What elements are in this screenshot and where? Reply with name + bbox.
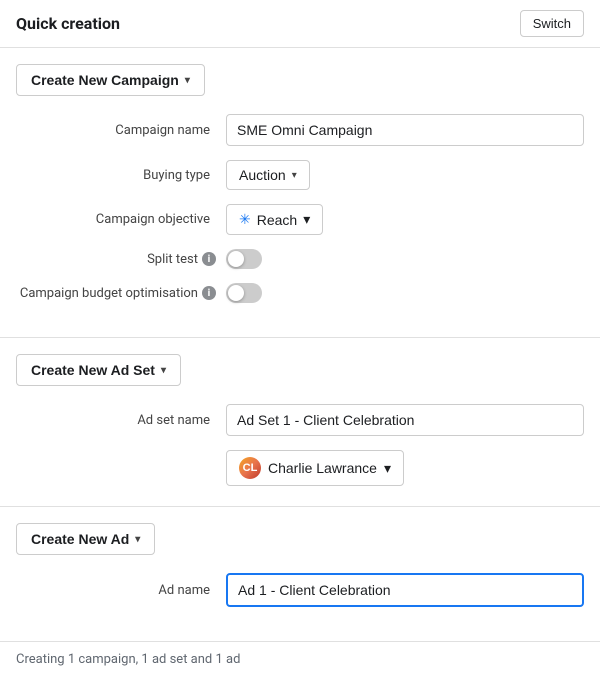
buying-type-row: Buying type Auction ▾ [16, 160, 584, 190]
reach-icon: ✳ [239, 211, 251, 228]
footer-text: Creating 1 campaign, 1 ad set and 1 ad [16, 652, 240, 667]
buying-type-arrow-icon: ▾ [292, 170, 297, 181]
person-name: Charlie Lawrance [268, 460, 377, 476]
create-ad-label: Create New Ad [31, 531, 129, 547]
avatar: CL [239, 457, 261, 479]
ad-name-input[interactable] [226, 573, 584, 607]
split-test-thumb [228, 251, 244, 267]
campaign-name-row: Campaign name [16, 114, 584, 146]
ad-name-row: Ad name [16, 573, 584, 607]
buying-type-label: Buying type [16, 168, 226, 183]
campaign-objective-row: Campaign objective ✳ Reach ▾ [16, 204, 584, 235]
objective-arrow-icon: ▾ [303, 211, 310, 228]
split-test-toggle[interactable] [226, 249, 262, 269]
campaign-budget-info-icon[interactable]: i [202, 286, 216, 300]
campaign-dropdown-arrow-icon: ▾ [185, 75, 190, 86]
create-campaign-button[interactable]: Create New Campaign ▾ [16, 64, 205, 96]
footer: Creating 1 campaign, 1 ad set and 1 ad [0, 642, 600, 677]
ad-set-name-input[interactable] [226, 404, 584, 436]
ad-set-dropdown-arrow-icon: ▾ [161, 365, 166, 376]
header: Quick creation Switch [0, 0, 600, 48]
campaign-section: Create New Campaign ▾ Campaign name Buyi… [0, 48, 600, 338]
ad-section: Create New Ad ▾ Ad name [0, 507, 600, 642]
person-dropdown[interactable]: CL Charlie Lawrance ▾ [226, 450, 404, 486]
campaign-objective-value: Reach [257, 212, 297, 228]
create-ad-set-label: Create New Ad Set [31, 362, 155, 378]
person-row: CL Charlie Lawrance ▾ [226, 450, 584, 486]
split-test-row: Split test i [16, 249, 584, 269]
split-test-info-icon[interactable]: i [202, 252, 216, 266]
ad-set-name-label: Ad set name [16, 413, 226, 428]
campaign-name-label: Campaign name [16, 123, 226, 138]
ad-name-label: Ad name [16, 583, 226, 598]
split-test-label: Split test [147, 252, 198, 267]
buying-type-value: Auction [239, 167, 286, 183]
campaign-budget-row: Campaign budget optimisation i [16, 283, 584, 303]
campaign-budget-thumb [228, 285, 244, 301]
ad-dropdown-arrow-icon: ▾ [135, 534, 140, 545]
page-title: Quick creation [16, 14, 120, 33]
campaign-budget-label: Campaign budget optimisation [20, 286, 198, 301]
buying-type-dropdown[interactable]: Auction ▾ [226, 160, 310, 190]
create-ad-set-button[interactable]: Create New Ad Set ▾ [16, 354, 181, 386]
campaign-budget-label-container: Campaign budget optimisation i [16, 286, 226, 301]
ad-set-name-row: Ad set name [16, 404, 584, 436]
campaign-name-input[interactable] [226, 114, 584, 146]
create-ad-button[interactable]: Create New Ad ▾ [16, 523, 155, 555]
person-arrow-icon: ▾ [384, 460, 391, 477]
ad-set-section: Create New Ad Set ▾ Ad set name CL Charl… [0, 338, 600, 507]
campaign-budget-toggle[interactable] [226, 283, 262, 303]
switch-button[interactable]: Switch [520, 10, 584, 37]
campaign-objective-label: Campaign objective [16, 212, 226, 227]
create-campaign-label: Create New Campaign [31, 72, 179, 88]
campaign-objective-dropdown[interactable]: ✳ Reach ▾ [226, 204, 323, 235]
split-test-label-container: Split test i [16, 252, 226, 267]
